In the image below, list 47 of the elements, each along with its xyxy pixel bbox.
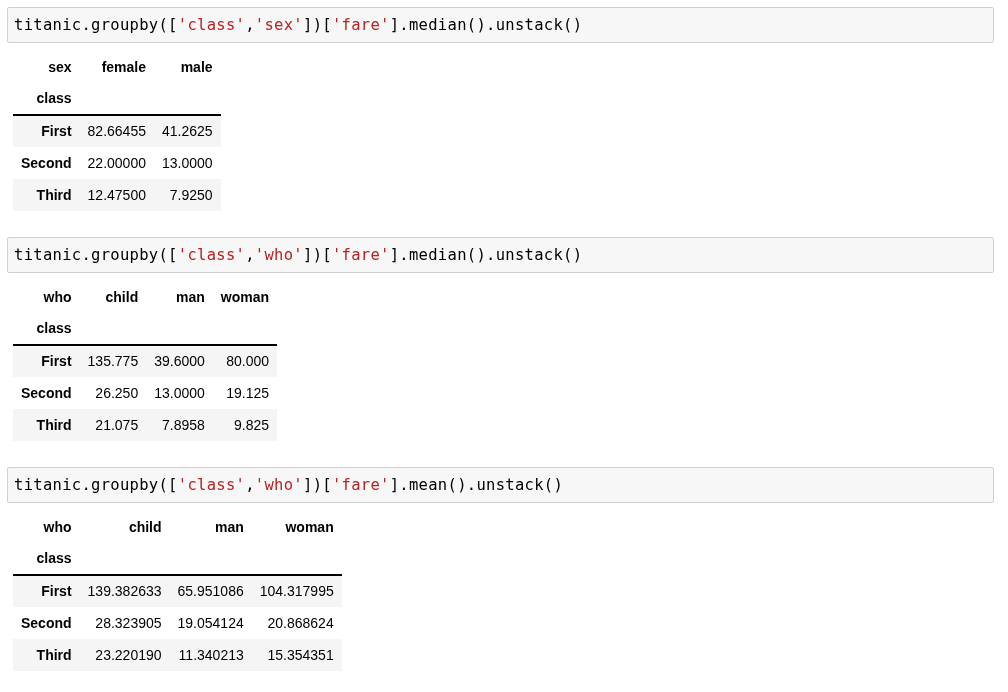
table-cell: 9.825 xyxy=(212,409,278,441)
table-cell: 20.868624 xyxy=(251,607,342,639)
table-cell: 139.382633 xyxy=(79,575,170,607)
table-cell: 7.8958 xyxy=(146,409,213,441)
code-cell: titanic.groupby(['class','who'])['fare'].median().unstack() xyxy=(7,237,994,273)
table-cell: 19.125 xyxy=(212,377,278,409)
table-cell: 104.317995 xyxy=(251,575,342,607)
row-header: Third xyxy=(13,639,80,671)
table-cell: 82.66455 xyxy=(79,115,154,147)
code-cell: titanic.groupby(['class','sex'])['fare'].median().unstack() xyxy=(7,7,994,43)
table-cell: 19.054124 xyxy=(169,607,252,639)
row-header: Third xyxy=(13,409,80,441)
table-cell: 12.47500 xyxy=(79,179,154,211)
row-header: First xyxy=(13,115,80,147)
code-cell: titanic.groupby(['class','who'])['fare'].mean().unstack() xyxy=(7,467,994,503)
column-header: man xyxy=(175,287,206,307)
column-header: child xyxy=(127,517,163,537)
table-cell: 13.0000 xyxy=(154,147,221,179)
table-cell: 26.250 xyxy=(79,377,147,409)
table-cell: 65.951086 xyxy=(169,575,252,607)
table-cell: 15.354351 xyxy=(251,639,342,671)
column-header: who xyxy=(42,517,73,537)
column-header: woman xyxy=(219,287,271,307)
row-header: Second xyxy=(13,607,80,639)
column-header: sex xyxy=(47,57,73,77)
table-cell: 7.9250 xyxy=(154,179,221,211)
column-header: woman xyxy=(284,517,335,537)
table-cell: 23.220190 xyxy=(79,639,170,671)
table-cell: 41.2625 xyxy=(154,115,221,147)
table-cell: 22.00000 xyxy=(79,147,154,179)
column-header: child xyxy=(104,287,140,307)
row-header: First xyxy=(13,575,80,607)
column-header: male xyxy=(179,57,214,77)
row-header: First xyxy=(13,345,80,377)
row-header: Second xyxy=(13,147,80,179)
table-cell: 28.323905 xyxy=(79,607,170,639)
table-cell: 135.775 xyxy=(79,345,147,377)
table-cell: 13.0000 xyxy=(146,377,213,409)
column-header: who xyxy=(42,287,73,307)
column-header: female xyxy=(100,57,147,77)
row-header: Third xyxy=(13,179,80,211)
table-cell: 39.6000 xyxy=(146,345,213,377)
table-cell: 80.000 xyxy=(212,345,278,377)
column-header: man xyxy=(213,517,245,537)
table-cell: 11.340213 xyxy=(169,639,252,671)
table-cell: 21.075 xyxy=(79,409,147,441)
row-header: Second xyxy=(13,377,80,409)
